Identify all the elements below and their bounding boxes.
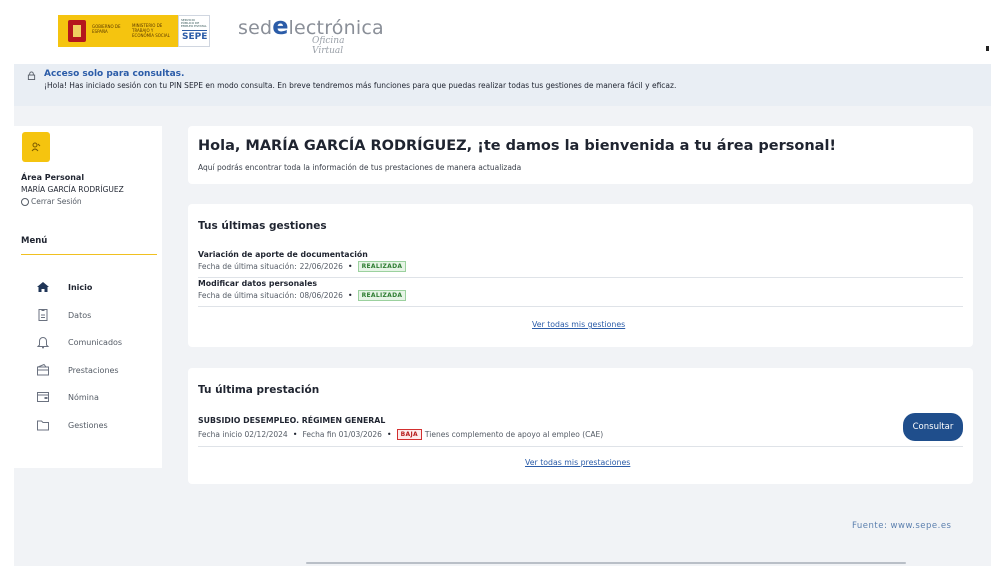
gov-line1: GOBIERNO DE ESPAÑA — [92, 24, 121, 34]
bullet-separator: • — [386, 430, 392, 439]
prestacion-card: Tu última prestación SUBSIDIO DESEMPLEO.… — [188, 368, 973, 484]
coat-of-arms-icon — [68, 20, 86, 42]
menu-title: Menú — [21, 236, 48, 246]
date-label: Fecha de última situación: — [198, 262, 297, 271]
list-item[interactable]: Variación de aporte de documentación Fec… — [198, 250, 963, 272]
document-icon — [38, 309, 48, 321]
sidebar-item-label: Datos — [68, 310, 92, 320]
welcome-title: Hola, MARÍA GARCÍA RODRÍGUEZ, ¡te damos … — [198, 138, 837, 154]
menu-divider — [21, 254, 157, 255]
power-icon — [21, 197, 29, 206]
sepe-small-text: SERVICIO PÚBLICO DE EMPLEO ESTATAL — [181, 18, 207, 28]
sidebar-item-datos[interactable]: Datos — [36, 307, 156, 323]
bullet-separator: • — [292, 430, 298, 439]
logout-link[interactable]: Cerrar Sesión — [21, 197, 82, 206]
wallet-icon — [37, 363, 49, 376]
status-badge: REALIZADA — [357, 261, 407, 272]
sidebar-item-label: Prestaciones — [68, 365, 119, 375]
sidebar-item-comunicados[interactable]: Comunicados — [36, 334, 156, 350]
date-value: 08/06/2026 — [299, 291, 343, 300]
notice-body: ¡Hola! Has iniciado sesión con tu PIN SE… — [44, 81, 677, 90]
sidebar-item-label: Nómina — [68, 392, 99, 402]
bell-icon — [36, 337, 50, 349]
view-all-prestaciones-link[interactable]: Ver todas mis prestaciones — [525, 458, 630, 467]
government-logo[interactable]: GOBIERNO DE ESPAÑA MINISTERIO DE TRABAJO… — [58, 15, 210, 47]
bullet-separator: • — [347, 262, 353, 271]
site-header: GOBIERNO DE ESPAÑA MINISTERIO DE TRABAJO… — [0, 0, 991, 64]
logout-label: Cerrar Sesión — [31, 197, 82, 206]
sidebar-item-label: Gestiones — [68, 420, 108, 430]
notice-title: Acceso solo para consultas. — [44, 69, 185, 79]
user-name: MARÍA GARCÍA RODRÍGUEZ — [21, 185, 124, 194]
divider — [198, 306, 963, 307]
bullet-separator: • — [347, 291, 353, 300]
area-personal-label: Área Personal — [21, 173, 85, 182]
gestion-name: Modificar datos personales — [198, 279, 317, 288]
gestiones-title: Tus últimas gestiones — [198, 220, 327, 232]
sidebar-item-label: Inicio — [68, 282, 93, 292]
gov-flag: GOBIERNO DE ESPAÑA MINISTERIO DE TRABAJO… — [58, 15, 178, 47]
prestacion-name: SUBSIDIO DESEMPLEO. RÉGIMEN GENERAL — [198, 416, 386, 425]
sidebar: Área Personal MARÍA GARCÍA RODRÍGUEZ Cer… — [14, 126, 162, 468]
start-date: Fecha inicio 02/12/2024 — [198, 430, 288, 439]
sidebar-item-prestaciones[interactable]: Prestaciones — [36, 362, 156, 378]
prestacion-title: Tu última prestación — [198, 384, 320, 396]
horizontal-scrollbar[interactable] — [306, 562, 906, 564]
user-icon — [31, 142, 41, 152]
prestacion-note: Tienes complemento de apoyo al empleo (C… — [424, 430, 604, 439]
home-icon — [37, 282, 49, 292]
sidebar-item-gestiones[interactable]: Gestiones — [36, 417, 156, 433]
sidebar-item-label: Comunicados — [68, 337, 123, 347]
welcome-subtitle: Aquí podrás encontrar toda la informació… — [198, 163, 522, 172]
sepe-label: SEPE — [182, 30, 208, 42]
status-badge: BAJA — [396, 429, 422, 440]
view-all-gestiones-link[interactable]: Ver todas mis gestiones — [532, 320, 625, 329]
gov-line2: MINISTERIO DE TRABAJO Y ECONOMÍA SOCIAL — [132, 23, 170, 38]
source-credit: Fuente: www.sepe.es — [852, 521, 952, 531]
lock-icon — [27, 71, 36, 80]
date-label: Fecha de última situación: — [198, 291, 297, 300]
list-item[interactable]: Modificar datos personales Fecha de últi… — [198, 279, 963, 301]
gestion-name: Variación de aporte de documentación — [198, 250, 368, 259]
gestiones-card: Tus últimas gestiones Variación de aport… — [188, 204, 973, 347]
gestion-meta: Fecha de última situación: 22/06/2026 • … — [198, 261, 963, 272]
avatar — [22, 132, 50, 162]
sepe-logo[interactable]: SERVICIO PÚBLICO DE EMPLEO ESTATAL SEPE — [178, 15, 210, 47]
card-icon — [37, 392, 49, 402]
prestacion-meta: Fecha inicio 02/12/2024 • Fecha fin 01/0… — [198, 429, 603, 440]
sidebar-item-inicio[interactable]: Inicio — [36, 279, 156, 295]
sede-subtitle: Oficina Virtual — [312, 36, 345, 56]
header-marker — [986, 46, 989, 51]
divider — [198, 446, 963, 447]
folder-icon — [37, 420, 49, 431]
end-date: Fecha fin 01/03/2026 — [302, 430, 382, 439]
gestion-meta: Fecha de última situación: 08/06/2026 • … — [198, 290, 963, 301]
sede-prefix: sed — [238, 17, 273, 39]
consultar-button[interactable]: Consultar — [903, 413, 963, 441]
consult-mode-notice: Acceso solo para consultas. ¡Hola! Has i… — [14, 64, 991, 106]
welcome-card: Hola, MARÍA GARCÍA RODRÍGUEZ, ¡te damos … — [188, 126, 973, 184]
date-value: 22/06/2026 — [299, 262, 343, 271]
status-badge: REALIZADA — [357, 290, 407, 301]
divider — [198, 277, 963, 278]
sede-e: e — [272, 12, 289, 40]
sidebar-item-nomina[interactable]: Nómina — [36, 389, 156, 405]
sede-electronica-logo[interactable]: sedelectrónica Oficina Virtual — [238, 12, 384, 56]
